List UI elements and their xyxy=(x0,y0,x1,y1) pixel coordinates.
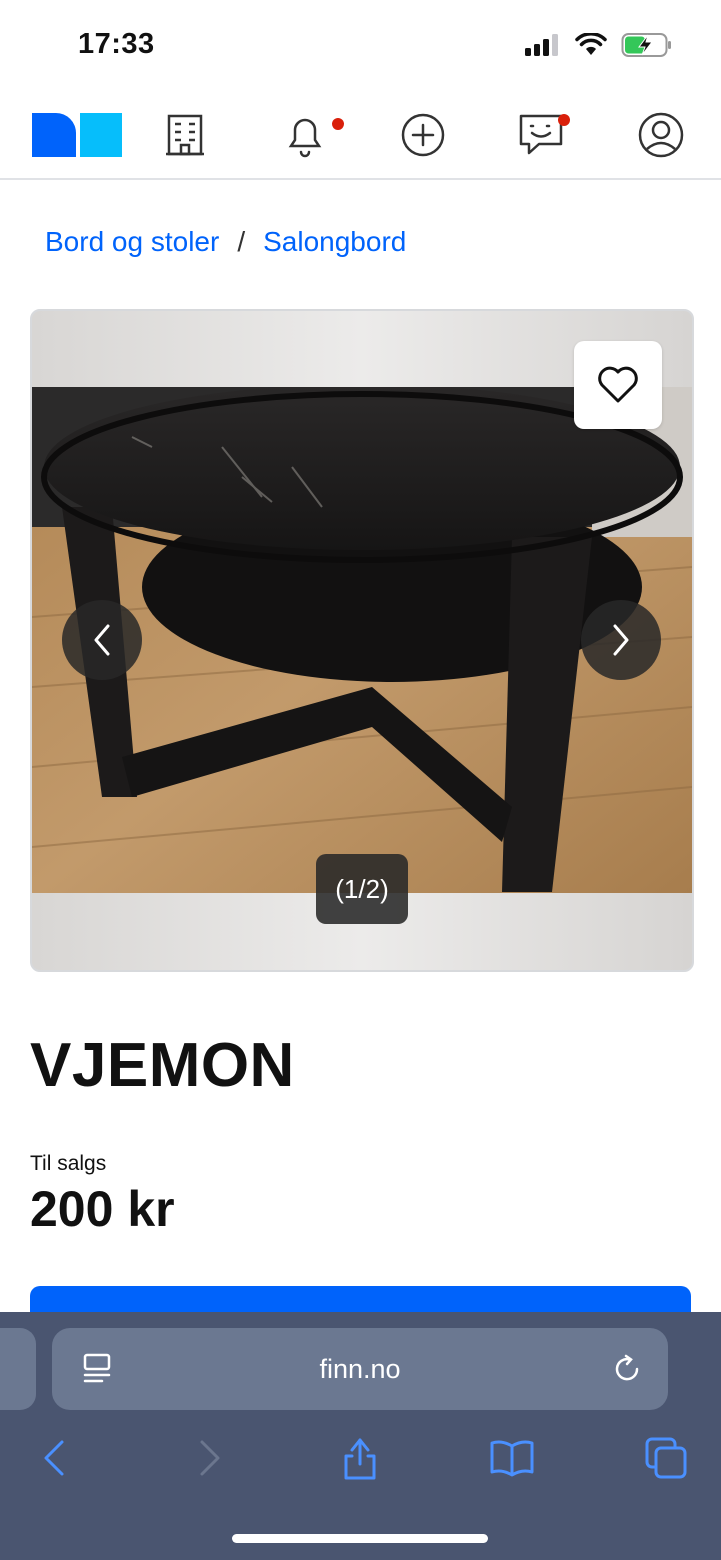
share-icon xyxy=(344,1438,376,1480)
book-icon xyxy=(490,1440,534,1477)
breadcrumb-separator: / xyxy=(237,226,246,257)
address-bar[interactable]: finn.no xyxy=(52,1328,668,1410)
listing-title: VJEMON xyxy=(30,1031,295,1100)
breadcrumb-link-category[interactable]: Bord og stoler xyxy=(45,226,219,258)
chat-icon[interactable] xyxy=(516,110,570,160)
chevron-left-icon xyxy=(94,624,110,656)
sale-status-label: Til salgs xyxy=(30,1152,107,1175)
notification-dot xyxy=(558,114,570,126)
previous-tab-preview[interactable] xyxy=(0,1328,36,1410)
battery-charging-icon xyxy=(621,33,671,57)
forward-button[interactable] xyxy=(182,1430,238,1486)
notification-dot xyxy=(332,118,344,130)
wifi-icon xyxy=(575,33,607,55)
url-text: finn.no xyxy=(319,1354,401,1384)
profile-icon[interactable] xyxy=(636,110,686,160)
breadcrumb: Bord og stoler / Salongbord xyxy=(45,226,406,258)
home-indicator xyxy=(232,1534,488,1543)
status-icons xyxy=(525,32,673,58)
chevron-left-icon xyxy=(44,1440,64,1476)
back-button[interactable] xyxy=(26,1430,82,1486)
heart-icon xyxy=(598,366,638,403)
finn-logo[interactable] xyxy=(32,110,124,160)
image-gallery[interactable]: (1/2) xyxy=(30,309,694,972)
next-image-button[interactable] xyxy=(581,600,661,680)
app-header xyxy=(0,92,721,180)
favorite-button[interactable] xyxy=(574,341,662,429)
reload-icon[interactable] xyxy=(612,1354,642,1384)
listing-price: 200 kr xyxy=(30,1181,175,1237)
image-counter: (1/2) xyxy=(316,854,408,924)
plus-circle-icon[interactable] xyxy=(398,110,448,160)
status-time: 17:33 xyxy=(78,28,155,60)
signal-icon xyxy=(525,34,558,56)
building-icon[interactable] xyxy=(160,110,210,160)
chevron-right-icon xyxy=(200,1440,220,1476)
bell-icon[interactable] xyxy=(280,110,344,160)
tabs-icon xyxy=(645,1437,687,1479)
previous-image-button[interactable] xyxy=(62,600,142,680)
tabs-button[interactable] xyxy=(638,1430,694,1486)
breadcrumb-link-subcategory[interactable]: Salongbord xyxy=(263,226,406,258)
chevron-right-icon xyxy=(613,624,629,656)
bookmarks-button[interactable] xyxy=(484,1430,540,1486)
share-button[interactable] xyxy=(332,1430,388,1486)
